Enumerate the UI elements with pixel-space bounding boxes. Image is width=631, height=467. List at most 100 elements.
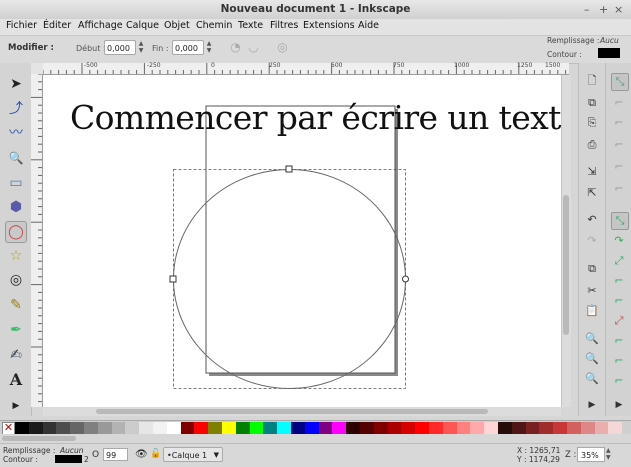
- color-swatch[interactable]: [387, 422, 402, 434]
- zoom-tool[interactable]: 🔍: [5, 147, 27, 169]
- color-swatch[interactable]: [153, 422, 167, 434]
- snap-bbox-mid-icon[interactable]: ⌐: [611, 159, 627, 175]
- snap-nodes-icon[interactable]: ⤡: [611, 212, 629, 230]
- rect-tool[interactable]: ▭: [5, 172, 27, 194]
- color-swatch[interactable]: [235, 422, 250, 434]
- undo-icon[interactable]: ↶: [584, 212, 600, 228]
- horizontal-scroll-thumb[interactable]: [96, 409, 488, 414]
- zoom-input[interactable]: 35%: [577, 447, 605, 462]
- menu-editer[interactable]: Éditer: [43, 20, 71, 31]
- color-swatch[interactable]: [56, 422, 71, 434]
- lock-icon[interactable]: 🔓: [150, 449, 161, 459]
- close-button[interactable]: ×: [614, 3, 623, 16]
- open-icon[interactable]: ⧉: [584, 95, 600, 111]
- color-swatch[interactable]: [166, 422, 181, 434]
- horizontal-ruler[interactable]: -500 -250 0 250 500 750 1000 1250 1500: [43, 62, 569, 75]
- menu-objet[interactable]: Objet: [164, 20, 190, 31]
- selector-tool[interactable]: ➤: [5, 73, 27, 95]
- color-swatch[interactable]: [484, 422, 499, 434]
- arc-handle[interactable]: [402, 275, 409, 283]
- zoom-page-icon[interactable]: 🔍: [584, 371, 600, 387]
- color-swatch[interactable]: [332, 422, 347, 434]
- color-swatch[interactable]: [277, 422, 292, 434]
- status-stroke-swatch[interactable]: [55, 455, 82, 463]
- snap-path-icon[interactable]: ↷: [611, 233, 627, 249]
- color-swatch[interactable]: [456, 422, 471, 434]
- snap-midpoint-icon[interactable]: ⤢: [611, 313, 627, 329]
- shape-handle[interactable]: [285, 165, 293, 173]
- horizontal-scrollbar[interactable]: [43, 407, 561, 416]
- start-angle-stepper[interactable]: ▲ ▼: [137, 40, 145, 55]
- color-swatch[interactable]: [304, 422, 319, 434]
- color-swatch[interactable]: [222, 422, 236, 434]
- snap-intersection-icon[interactable]: ⤢: [611, 253, 627, 269]
- snap-bbox-corner-icon[interactable]: ⌐: [611, 137, 627, 153]
- copy-icon[interactable]: ⧉: [584, 261, 600, 277]
- zoom-drawing-icon[interactable]: 🔍: [584, 351, 600, 367]
- more-commands-arrow[interactable]: ▶: [584, 397, 600, 413]
- color-swatch[interactable]: [360, 422, 374, 434]
- status-fill-value[interactable]: Aucun: [60, 446, 84, 455]
- color-swatch[interactable]: [373, 422, 388, 434]
- tweak-tool[interactable]: 〰: [5, 121, 27, 143]
- color-swatch[interactable]: [249, 422, 264, 434]
- vertical-ruler[interactable]: [31, 74, 43, 407]
- ellipse-tool[interactable]: ◯: [5, 221, 27, 243]
- eye-icon[interactable]: 👁: [135, 449, 148, 460]
- end-angle-stepper[interactable]: ▲ ▼: [205, 40, 213, 55]
- color-swatch[interactable]: [415, 422, 430, 434]
- layer-dropdown[interactable]: •Calque 1 ▼: [163, 447, 223, 462]
- import-icon[interactable]: ⇲: [584, 164, 600, 180]
- paste-icon[interactable]: 📋: [584, 303, 600, 319]
- snap-smooth-icon[interactable]: ⌐: [611, 293, 627, 309]
- vertical-scroll-thumb[interactable]: [563, 195, 569, 335]
- color-swatch[interactable]: [180, 422, 195, 434]
- color-swatch[interactable]: [291, 422, 305, 434]
- calligraphy-tool[interactable]: ✍: [5, 344, 27, 366]
- minimize-button[interactable]: –: [584, 3, 590, 16]
- 3dbox-tool[interactable]: ⬢: [5, 196, 27, 218]
- start-angle-input[interactable]: 0,000: [104, 40, 136, 55]
- menu-chemin[interactable]: Chemin: [196, 20, 232, 31]
- arc-closed-icon[interactable]: ◔: [229, 41, 242, 54]
- menu-texte[interactable]: Texte: [238, 20, 263, 31]
- color-swatch[interactable]: [15, 422, 29, 434]
- color-swatch[interactable]: [608, 422, 623, 434]
- color-swatch[interactable]: [511, 422, 526, 434]
- color-swatch[interactable]: [111, 422, 126, 434]
- make-whole-icon[interactable]: ◎: [276, 41, 289, 54]
- stroke-color-swatch[interactable]: [598, 48, 620, 58]
- menu-aide[interactable]: Aide: [358, 20, 379, 31]
- snap-bbox-edge-icon[interactable]: ⌐: [611, 115, 627, 131]
- color-swatch[interactable]: [442, 422, 457, 434]
- node-tool[interactable]: ⤴: [5, 97, 27, 119]
- save-icon[interactable]: ⎘: [584, 115, 600, 131]
- snap-rotation-center-icon[interactable]: ⌐: [611, 353, 627, 369]
- status-stroke-width[interactable]: 2: [84, 455, 89, 464]
- snap-page-border-icon[interactable]: ⌐: [611, 373, 627, 389]
- cut-icon[interactable]: ✂: [584, 283, 600, 299]
- menu-fichier[interactable]: Fichier: [6, 20, 37, 31]
- text-tool[interactable]: A: [5, 368, 27, 390]
- arc-open-icon[interactable]: ◡: [247, 41, 260, 54]
- color-swatch[interactable]: [498, 422, 512, 434]
- color-swatch[interactable]: [139, 422, 154, 434]
- print-icon[interactable]: ⎙: [584, 137, 600, 153]
- zoom-selection-icon[interactable]: 🔍: [584, 331, 600, 347]
- end-angle-input[interactable]: 0,000: [172, 40, 204, 55]
- redo-icon[interactable]: ↷: [584, 233, 600, 249]
- more-tools-arrow[interactable]: ▶: [5, 395, 27, 417]
- color-swatch[interactable]: [125, 422, 140, 434]
- menu-extensions[interactable]: Extensions: [303, 20, 355, 31]
- color-swatch[interactable]: [567, 422, 581, 434]
- menu-affichage[interactable]: Affichage: [78, 20, 123, 31]
- color-swatch[interactable]: [194, 422, 209, 434]
- star-tool[interactable]: ☆: [5, 245, 27, 267]
- spiral-tool[interactable]: ◎: [5, 269, 27, 291]
- palette-scrollbar[interactable]: [0, 434, 631, 443]
- export-icon[interactable]: ⇱: [584, 185, 600, 201]
- opacity-input[interactable]: 99: [103, 448, 128, 461]
- snap-cusp-icon[interactable]: ⌐: [611, 273, 627, 289]
- new-document-icon[interactable]: 🗋: [584, 73, 600, 89]
- snap-center-icon[interactable]: ⌐: [611, 181, 627, 197]
